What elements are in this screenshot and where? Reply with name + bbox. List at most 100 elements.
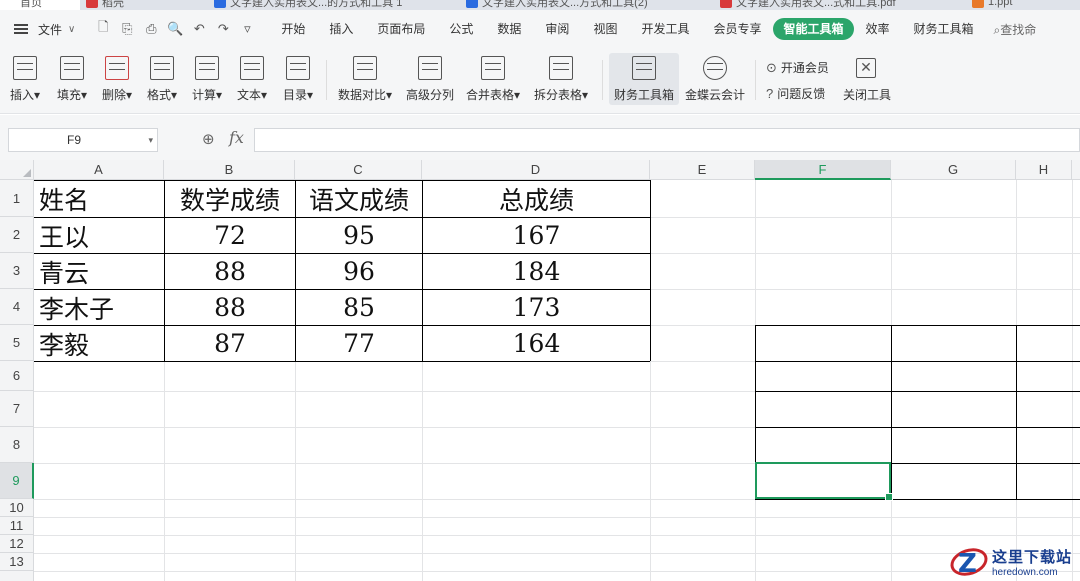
spreadsheet-grid[interactable]: A B C D E F G H 1 2 3 4 5 6 7 8 9 10 11 …: [0, 160, 1080, 581]
column-header-f[interactable]: F: [755, 160, 891, 180]
row-header-8[interactable]: 8: [0, 427, 34, 463]
cell-d2[interactable]: 167: [423, 218, 650, 253]
cell-c4[interactable]: 85: [296, 290, 422, 325]
name-box-dropdown-icon[interactable]: ▾: [148, 129, 153, 151]
cell-b5[interactable]: 87: [165, 326, 295, 361]
open-member-button[interactable]: ⊙ 开通会员: [766, 59, 829, 76]
cell-a4[interactable]: 李木子: [34, 290, 164, 325]
row-header-13[interactable]: 13: [0, 553, 34, 571]
row-header-2[interactable]: 2: [0, 217, 34, 253]
cell-d5[interactable]: 164: [423, 326, 650, 361]
cell-b1[interactable]: 数学成绩: [165, 181, 295, 217]
row-header-6[interactable]: 6: [0, 361, 34, 391]
ribbon-separator: [326, 60, 327, 100]
tab-review[interactable]: 审阅: [533, 18, 581, 40]
tab-docer[interactable]: 稻壳: [86, 0, 124, 10]
select-all-corner[interactable]: [0, 160, 34, 180]
column-header-e[interactable]: E: [650, 160, 755, 180]
active-cell-f9[interactable]: [755, 462, 893, 501]
tab-pdf[interactable]: 文字建入实用表文...式和工具.pdf: [720, 0, 896, 10]
formula-input[interactable]: [254, 128, 1080, 152]
cell-d1[interactable]: 总成绩: [423, 181, 650, 217]
format-tool-button[interactable]: 格式▾: [147, 56, 177, 108]
file-menu-caret-icon[interactable]: ∨: [68, 24, 75, 35]
row-header-4[interactable]: 4: [0, 289, 34, 325]
tab-finance-toolbox[interactable]: 财务工具箱: [902, 18, 986, 40]
close-tools-button[interactable]: 关闭工具: [843, 86, 891, 103]
column-header-g[interactable]: G: [891, 160, 1016, 180]
column-header-d[interactable]: D: [422, 160, 650, 180]
split-table-button[interactable]: 拆分表格▾: [534, 56, 588, 108]
cell-d3[interactable]: 184: [423, 254, 650, 289]
site-watermark: Z 这里下载站 heredown.com: [946, 543, 1080, 581]
tab-data[interactable]: 数据: [485, 18, 533, 40]
merge-tables-button[interactable]: 合并表格▾: [466, 56, 520, 108]
fill-tool-button[interactable]: 填充▾: [57, 56, 87, 108]
finance-toolbox-button[interactable]: 财务工具箱: [609, 53, 679, 105]
cell-a5[interactable]: 李毅: [34, 326, 164, 361]
tab-page-layout[interactable]: 页面布局: [365, 18, 437, 40]
tab-ppt[interactable]: 1.ppt: [972, 0, 1012, 10]
tab-insert[interactable]: 插入: [317, 18, 365, 40]
undo-icon[interactable]: ↶: [191, 21, 207, 37]
kingdee-cloud-accounting-button[interactable]: 金蝶云会计: [685, 56, 745, 108]
tab-efficiency[interactable]: 效率: [854, 18, 902, 40]
hamburger-menu-icon[interactable]: [14, 24, 28, 34]
row-header-11[interactable]: 11: [0, 517, 34, 535]
zoom-icon[interactable]: ⊕: [202, 130, 215, 148]
row-header-7[interactable]: 7: [0, 391, 34, 427]
tab-start[interactable]: 开始: [269, 18, 317, 40]
text-tool-button[interactable]: 文本▾: [237, 56, 267, 108]
column-header-b[interactable]: B: [164, 160, 295, 180]
file-menu[interactable]: 文件: [38, 21, 62, 38]
tab-developer[interactable]: 开发工具: [629, 18, 701, 40]
tab-view[interactable]: 视图: [581, 18, 629, 40]
row-header-9[interactable]: 9: [0, 463, 34, 499]
row-header-5[interactable]: 5: [0, 325, 34, 361]
tab-member[interactable]: 会员专享: [701, 18, 773, 40]
toc-tool-button[interactable]: 目录▾: [283, 56, 313, 108]
save-icon[interactable]: 🗋: [95, 18, 111, 40]
print-preview-icon[interactable]: 🔍: [167, 21, 183, 37]
cell-b4[interactable]: 88: [165, 290, 295, 325]
tab-doc-1[interactable]: 文字建入实用表文...的方式和工具 1: [214, 0, 402, 10]
cell-c3[interactable]: 96: [296, 254, 422, 289]
row-header-12[interactable]: 12: [0, 535, 34, 553]
tab-doc-2[interactable]: 文字建入实用表文...方式和工具(2): [466, 0, 648, 10]
column-header-next[interactable]: [1072, 160, 1080, 180]
delete-tool-button[interactable]: 删除▾: [102, 56, 132, 108]
cell-a2[interactable]: 王以: [34, 218, 164, 253]
advanced-split-column-button[interactable]: 高级分列: [406, 56, 454, 108]
cell-a1[interactable]: 姓名: [34, 181, 164, 217]
format-icon: [150, 56, 175, 80]
redo-icon[interactable]: ↷: [215, 21, 231, 37]
row-header-3[interactable]: 3: [0, 253, 34, 289]
name-box[interactable]: F9 ▾: [8, 128, 158, 152]
insert-tool-button[interactable]: 插入▾: [10, 56, 40, 108]
cell-c1[interactable]: 语文成绩: [296, 181, 422, 217]
column-header-a[interactable]: A: [34, 160, 164, 180]
feedback-button[interactable]: ? 问题反馈: [766, 85, 825, 102]
row-header-14[interactable]: [0, 571, 34, 581]
column-header-c[interactable]: C: [295, 160, 422, 180]
export-icon[interactable]: ⎘: [119, 21, 135, 37]
search-command[interactable]: ⌕查找命: [994, 21, 1037, 38]
customize-toolbar-icon[interactable]: ▿: [239, 21, 255, 37]
insert-function-icon[interactable]: fx: [229, 128, 244, 147]
calculate-tool-button[interactable]: 计算▾: [192, 56, 222, 108]
cell-c2[interactable]: 95: [296, 218, 422, 253]
tab-home[interactable]: 首页: [0, 0, 80, 10]
tab-formulas[interactable]: 公式: [437, 18, 485, 40]
print-icon[interactable]: ⎙: [143, 21, 159, 37]
close-tools-icon[interactable]: ✕: [856, 58, 876, 78]
cell-b2[interactable]: 72: [165, 218, 295, 253]
data-compare-button[interactable]: 数据对比▾: [338, 56, 392, 108]
row-header-10[interactable]: 10: [0, 499, 34, 517]
cell-c5[interactable]: 77: [296, 326, 422, 361]
cell-d4[interactable]: 173: [423, 290, 650, 325]
cell-a3[interactable]: 青云: [34, 254, 164, 289]
cell-b3[interactable]: 88: [165, 254, 295, 289]
column-header-h[interactable]: H: [1016, 160, 1072, 180]
tab-smart-toolbox[interactable]: 智能工具箱: [773, 18, 854, 40]
row-header-1[interactable]: 1: [0, 180, 34, 217]
